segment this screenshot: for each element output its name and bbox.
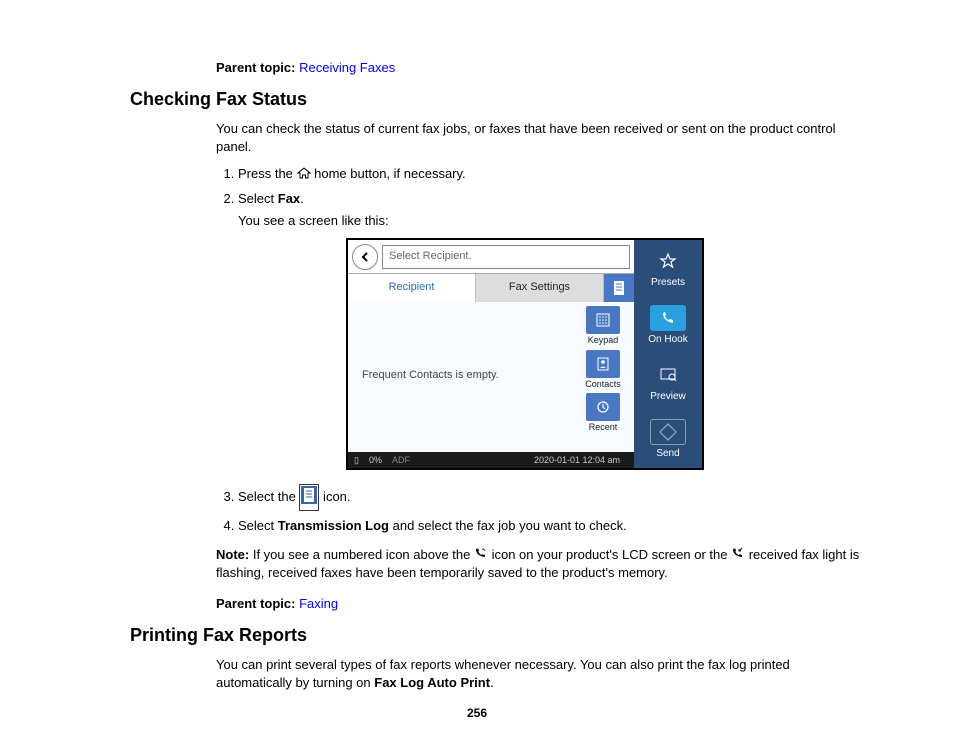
status-adf: ADF [392,454,410,467]
tab-menu-button[interactable] [604,274,634,302]
device-status-bar: ▯ 0% ADF 2020-01-01 12:04 am [348,452,634,468]
parent-topic-label: Parent topic: [216,60,295,75]
step-4: Select Transmission Log and select the f… [238,517,864,535]
phone-icon [650,305,686,331]
intro-text-2: You can print several types of fax repor… [216,656,864,691]
keypad-button[interactable]: Keypad [576,306,630,347]
heading-checking-fax-status: Checking Fax Status [130,89,864,110]
home-icon [297,166,311,184]
send-button[interactable]: Send [634,411,702,468]
status-percent: 0% [369,454,382,467]
intro-text-1: You can check the status of current fax … [216,120,864,155]
phone-handset-icon [474,546,488,564]
parent-topic-label-2: Parent topic: [216,596,295,611]
parent-topic-link-faxing[interactable]: Faxing [299,596,338,611]
parent-topic-link-receiving-faxes[interactable]: Receiving Faxes [299,60,395,75]
device-screenshot: Select Recipient. Recipient Fax Settings… [346,238,704,470]
contacts-icon [586,350,620,378]
recent-icon [586,393,620,421]
recent-button[interactable]: Recent [576,393,630,434]
heading-printing-fax-reports: Printing Fax Reports [130,625,864,646]
preview-button[interactable]: Preview [634,354,702,411]
presets-button[interactable]: Presets [634,240,702,297]
parent-topic-2: Parent topic: Faxing [216,596,864,611]
status-datetime: 2020-01-01 12:04 am [534,454,620,467]
frequent-contacts-empty: Frequent Contacts is empty. [362,368,499,383]
steps-list-1: Press the home button, if necessary. Sel… [216,165,864,535]
tab-recipient[interactable]: Recipient [348,274,476,302]
star-icon [650,248,686,274]
step-2: Select Fax. You see a screen like this: … [238,190,864,470]
page-number: 256 [0,706,954,720]
tab-fax-settings[interactable]: Fax Settings [476,274,604,302]
send-icon [650,419,686,445]
select-recipient-field[interactable]: Select Recipient. [382,245,630,269]
step-2-sub: You see a screen like this: [238,212,864,230]
menu-icon [299,484,319,511]
step-3: Select the icon. [238,484,864,511]
parent-topic-1: Parent topic: Receiving Faxes [216,60,864,75]
on-hook-button[interactable]: On Hook [634,297,702,354]
battery-icon: ▯ [354,454,359,467]
step-1: Press the home button, if necessary. [238,165,864,184]
back-button[interactable] [352,244,378,270]
contacts-button[interactable]: Contacts [576,350,630,391]
note-block: Note: If you see a numbered icon above t… [216,546,864,583]
keypad-icon [586,306,620,334]
phone-received-icon [731,546,745,564]
preview-icon [650,362,686,388]
